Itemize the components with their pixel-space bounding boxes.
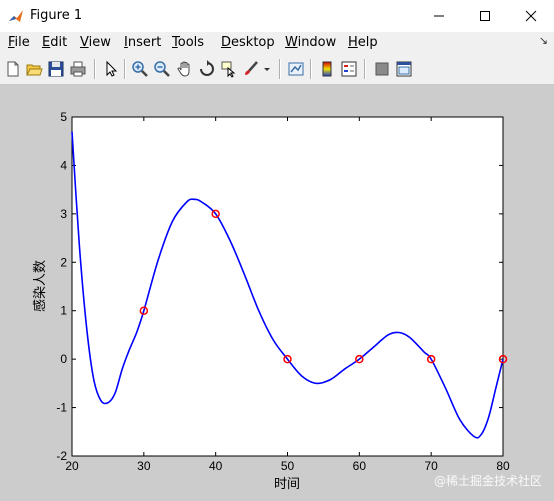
hide-plot-tools-icon[interactable] xyxy=(373,60,391,78)
menu-edit[interactable]: Edit xyxy=(42,35,67,50)
figure-toolbar xyxy=(0,54,554,85)
new-figure-icon[interactable] xyxy=(4,60,22,78)
toolbar-separator xyxy=(94,59,96,79)
minimize-button[interactable] xyxy=(416,0,462,32)
y-tick-label: 4 xyxy=(60,158,67,172)
close-button[interactable] xyxy=(508,0,554,32)
data-cursor-icon[interactable] xyxy=(220,60,238,78)
x-axis-label: 时间 xyxy=(274,477,300,492)
brush-icon[interactable] xyxy=(242,60,260,78)
y-tick-label: 2 xyxy=(60,255,67,269)
brush-menu-arrow-icon[interactable] xyxy=(262,60,272,78)
minimize-icon xyxy=(434,15,444,17)
window-title: Figure 1 xyxy=(30,8,83,23)
insert-colorbar-icon[interactable] xyxy=(318,60,336,78)
matlab-logo-icon xyxy=(9,10,23,22)
y-axis-label: 感染人数 xyxy=(32,260,48,312)
title-bar: Figure 1 xyxy=(0,0,554,33)
axes-box xyxy=(71,116,504,457)
y-tick-label: 5 xyxy=(60,110,67,124)
close-icon xyxy=(525,10,537,22)
x-tick-label: 30 xyxy=(137,459,151,473)
pointer-icon[interactable] xyxy=(102,60,120,78)
y-tick-label: 0 xyxy=(60,352,67,366)
x-tick-label: 20 xyxy=(65,459,79,473)
figure-canvas[interactable]: 20 30 40 50 60 70 80 -2 -1 0 1 2 3 4 5 时间 感染人数 @稀土掘金技术… xyxy=(0,85,554,501)
x-tick-label: 40 xyxy=(209,459,223,473)
open-file-icon[interactable] xyxy=(25,60,43,78)
maximize-icon xyxy=(480,11,490,21)
rotate-3d-icon[interactable] xyxy=(198,60,216,78)
toolbar-separator xyxy=(279,59,281,79)
zoom-out-icon[interactable] xyxy=(153,60,171,78)
menu-help[interactable]: Help xyxy=(348,35,378,50)
toolbar-separator xyxy=(124,59,126,79)
show-plot-tools-icon[interactable] xyxy=(395,60,413,78)
menu-file[interactable]: File xyxy=(8,35,30,50)
menu-tools[interactable]: Tools xyxy=(172,35,204,50)
figure-window: Figure 1 File Edit View Insert Tools Des… xyxy=(0,0,554,501)
insert-legend-icon[interactable] xyxy=(340,60,358,78)
menu-window[interactable]: Window xyxy=(285,35,336,50)
menu-view[interactable]: View xyxy=(80,35,111,50)
y-tick-label: -1 xyxy=(56,401,67,415)
maximize-button[interactable] xyxy=(462,0,508,32)
menu-desktop[interactable]: Desktop xyxy=(221,35,275,50)
zoom-in-icon[interactable] xyxy=(131,60,149,78)
y-tick-label: -2 xyxy=(56,449,67,463)
print-icon[interactable] xyxy=(69,60,87,78)
plot-area: 20 30 40 50 60 70 80 -2 -1 0 1 2 3 4 5 时间 感染人数 xyxy=(32,110,510,492)
pan-icon[interactable] xyxy=(176,60,194,78)
toolbar-separator xyxy=(364,59,366,79)
y-tick-label: 1 xyxy=(60,304,67,318)
link-plot-icon[interactable] xyxy=(287,60,305,78)
x-tick-label: 70 xyxy=(424,459,438,473)
y-tick-label: 3 xyxy=(60,207,67,221)
save-icon[interactable] xyxy=(47,60,65,78)
watermark-text: @稀土掘金技术社区 xyxy=(433,474,542,488)
x-tick-label: 80 xyxy=(496,459,510,473)
x-tick-label: 60 xyxy=(353,459,367,473)
toolbar-separator xyxy=(310,59,312,79)
menu-insert[interactable]: Insert xyxy=(124,35,161,50)
dock-arrow-icon[interactable]: ↘ xyxy=(539,34,548,47)
x-tick-label: 50 xyxy=(281,459,295,473)
menu-bar: File Edit View Insert Tools Desktop Wind… xyxy=(0,32,554,54)
